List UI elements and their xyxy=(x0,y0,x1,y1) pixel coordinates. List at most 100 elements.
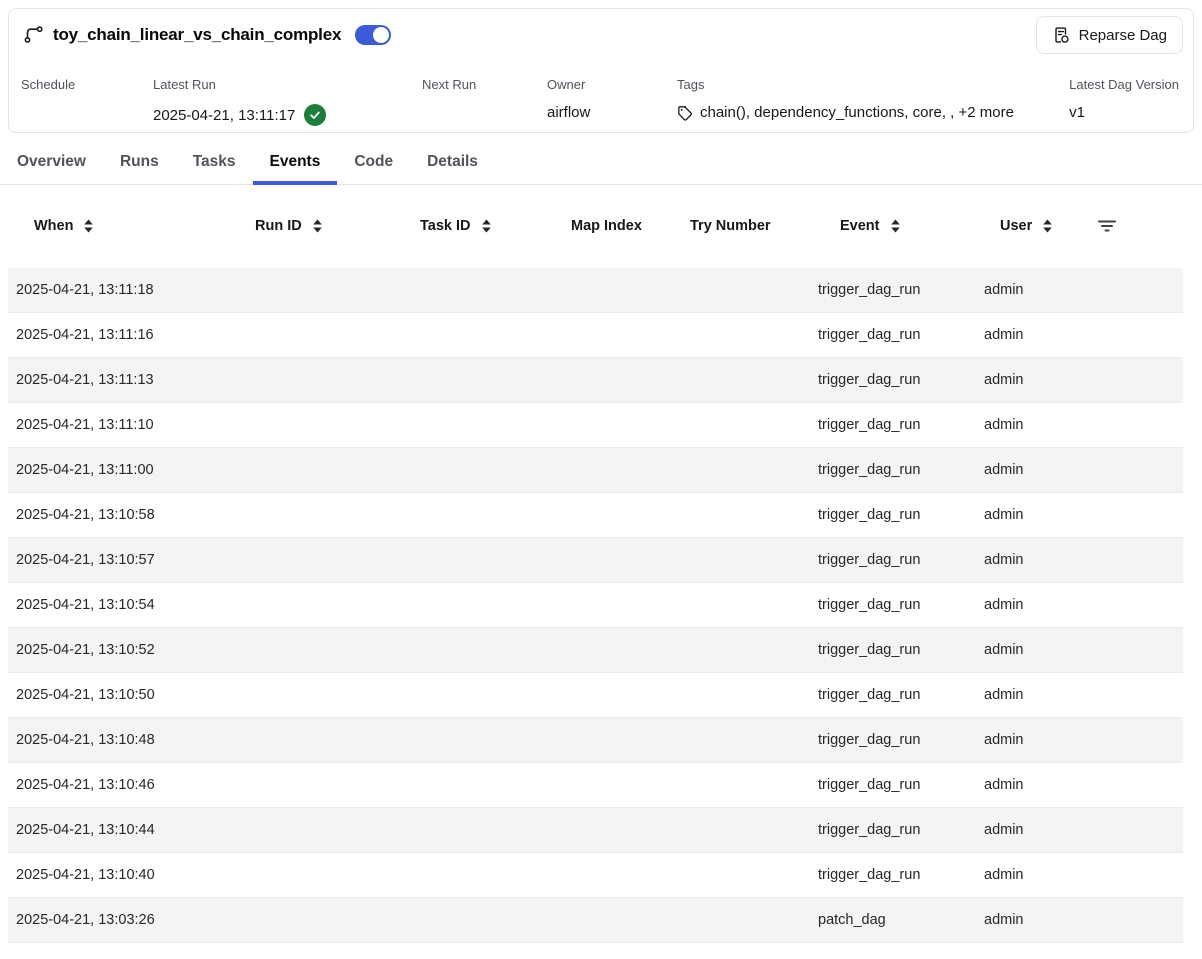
next-run-field: Next Run xyxy=(422,77,547,104)
column-header-run_id[interactable]: Run ID xyxy=(255,218,420,234)
sort-icon[interactable] xyxy=(481,219,492,233)
table-row: 2025-04-21, 13:10:50 trigger_dag_runadmin xyxy=(8,673,1183,718)
table-row: 2025-04-21, 13:11:16trigger_dag_runadmin xyxy=(8,313,1183,358)
column-header-try_number: Try Number xyxy=(690,218,818,234)
cell-user: admin xyxy=(984,777,1093,793)
column-header-map_index: Map Index xyxy=(571,218,690,234)
sort-icon[interactable] xyxy=(1042,219,1053,233)
filter-button[interactable] xyxy=(1093,219,1183,233)
column-header-user[interactable]: User xyxy=(984,218,1093,234)
column-label: Try Number xyxy=(690,218,771,234)
cell-user: admin xyxy=(984,552,1093,568)
cell-when: 2025-04-21, 13:10:48 xyxy=(8,732,255,748)
cell-when: 2025-04-21, 13:10:58 xyxy=(8,507,255,523)
tab-code[interactable]: Code xyxy=(337,143,410,185)
latest-run-value: 2025-04-21, 13:11:17 xyxy=(153,107,295,124)
cell-when: 2025-04-21, 13:11:10 xyxy=(8,417,255,433)
column-label: When xyxy=(34,218,73,234)
owner-value: airflow xyxy=(547,104,677,121)
table-row: 2025-04-21, 13:03:26 patch_dagadmin xyxy=(8,898,1183,943)
latest-run-label: Latest Run xyxy=(153,77,422,92)
sort-icon[interactable] xyxy=(890,219,901,233)
pause-toggle[interactable] xyxy=(355,25,391,45)
reparse-dag-button[interactable]: Reparse Dag xyxy=(1036,16,1183,54)
sort-icon[interactable] xyxy=(312,219,323,233)
cell-when: 2025-04-21, 13:11:18 xyxy=(8,282,255,298)
cell-event: trigger_dag_run xyxy=(818,417,984,433)
cell-event: trigger_dag_run xyxy=(818,552,984,568)
tags-value[interactable]: chain(), dependency_functions, core, , +… xyxy=(700,104,1014,121)
cell-event: patch_dag xyxy=(818,912,984,928)
tags-label: Tags xyxy=(677,77,1069,92)
cell-when: 2025-04-21, 13:03:26 xyxy=(8,912,255,928)
cell-event: trigger_dag_run xyxy=(818,642,984,658)
cell-event: trigger_dag_run xyxy=(818,822,984,838)
table-row: 2025-04-21, 13:11:10trigger_dag_runadmin xyxy=(8,403,1183,448)
cell-event: trigger_dag_run xyxy=(818,507,984,523)
owner-field: Owner airflow xyxy=(547,77,677,121)
cell-when: 2025-04-21, 13:11:16 xyxy=(8,327,255,343)
filter-icon xyxy=(1097,219,1117,233)
events-table: When Run ID Task ID Map IndexTry Number Even… xyxy=(8,182,1183,943)
success-check-icon[interactable] xyxy=(304,104,326,126)
dag-header-card: toy_chain_linear_vs_chain_complex Repars… xyxy=(8,8,1194,133)
table-row: 2025-04-21, 13:10:40trigger_dag_runadmin xyxy=(8,853,1183,898)
cell-when: 2025-04-21, 13:10:54 xyxy=(8,597,255,613)
cell-event: trigger_dag_run xyxy=(818,282,984,298)
cell-user: admin xyxy=(984,732,1093,748)
cell-event: trigger_dag_run xyxy=(818,687,984,703)
toggle-knob xyxy=(373,27,389,43)
cell-when: 2025-04-21, 13:11:00 xyxy=(8,462,255,478)
cell-user: admin xyxy=(984,867,1093,883)
tab-details[interactable]: Details xyxy=(410,143,495,185)
table-body: 2025-04-21, 13:11:18trigger_dag_runadmin… xyxy=(8,268,1183,943)
table-row: 2025-04-21, 13:10:46trigger_dag_runadmin xyxy=(8,763,1183,808)
column-label: Run ID xyxy=(255,218,302,234)
column-header-event[interactable]: Event xyxy=(818,218,984,234)
dag-title: toy_chain_linear_vs_chain_complex xyxy=(53,25,341,45)
table-row: 2025-04-21, 13:10:58 trigger_dag_runadmin xyxy=(8,493,1183,538)
cell-user: admin xyxy=(984,912,1093,928)
column-header-when[interactable]: When xyxy=(8,218,255,234)
tags-field: Tags chain(), dependency_functions, core… xyxy=(677,77,1069,121)
cell-user: admin xyxy=(984,687,1093,703)
cell-when: 2025-04-21, 13:10:44 xyxy=(8,822,255,838)
cell-user: admin xyxy=(984,372,1093,388)
cell-event: trigger_dag_run xyxy=(818,867,984,883)
cell-when: 2025-04-21, 13:10:57 xyxy=(8,552,255,568)
column-label: Event xyxy=(840,218,880,234)
cell-when: 2025-04-21, 13:10:52 xyxy=(8,642,255,658)
cell-user: admin xyxy=(984,507,1093,523)
cell-user: admin xyxy=(984,462,1093,478)
cell-event: trigger_dag_run xyxy=(818,327,984,343)
table-row: 2025-04-21, 13:10:54trigger_dag_runadmin xyxy=(8,583,1183,628)
table-row: 2025-04-21, 13:10:52trigger_dag_runadmin xyxy=(8,628,1183,673)
column-label: User xyxy=(1000,218,1032,234)
tab-events[interactable]: Events xyxy=(253,143,338,185)
latest-run-field: Latest Run 2025-04-21, 13:11:17 xyxy=(153,77,422,126)
cell-event: trigger_dag_run xyxy=(818,732,984,748)
dag-version-field: Latest Dag Version v1 xyxy=(1069,77,1183,121)
table-row: 2025-04-21, 13:11:18trigger_dag_runadmin xyxy=(8,268,1183,313)
sort-icon[interactable] xyxy=(83,219,94,233)
reparse-label: Reparse Dag xyxy=(1079,27,1167,44)
tabs: OverviewRunsTasksEventsCodeDetails xyxy=(0,143,1202,185)
cell-event: trigger_dag_run xyxy=(818,597,984,613)
cell-user: admin xyxy=(984,822,1093,838)
column-header-task_id[interactable]: Task ID xyxy=(420,218,571,234)
tab-runs[interactable]: Runs xyxy=(103,143,176,185)
dag-icon xyxy=(21,24,43,46)
dag-version-label: Latest Dag Version xyxy=(1069,77,1179,92)
tab-overview[interactable]: Overview xyxy=(0,143,103,185)
cell-when: 2025-04-21, 13:10:50 xyxy=(8,687,255,703)
table-row: 2025-04-21, 13:11:13trigger_dag_runadmin xyxy=(8,358,1183,403)
tag-icon xyxy=(677,105,693,121)
column-label: Task ID xyxy=(420,218,471,234)
table-row: 2025-04-21, 13:10:57 trigger_dag_runadmin xyxy=(8,538,1183,583)
table-row: 2025-04-21, 13:10:48 trigger_dag_runadmin xyxy=(8,718,1183,763)
owner-label: Owner xyxy=(547,77,677,92)
schedule-field: Schedule xyxy=(21,77,153,104)
tab-tasks[interactable]: Tasks xyxy=(176,143,253,185)
table-row: 2025-04-21, 13:10:44 trigger_dag_runadmin xyxy=(8,808,1183,853)
schedule-label: Schedule xyxy=(21,77,153,92)
